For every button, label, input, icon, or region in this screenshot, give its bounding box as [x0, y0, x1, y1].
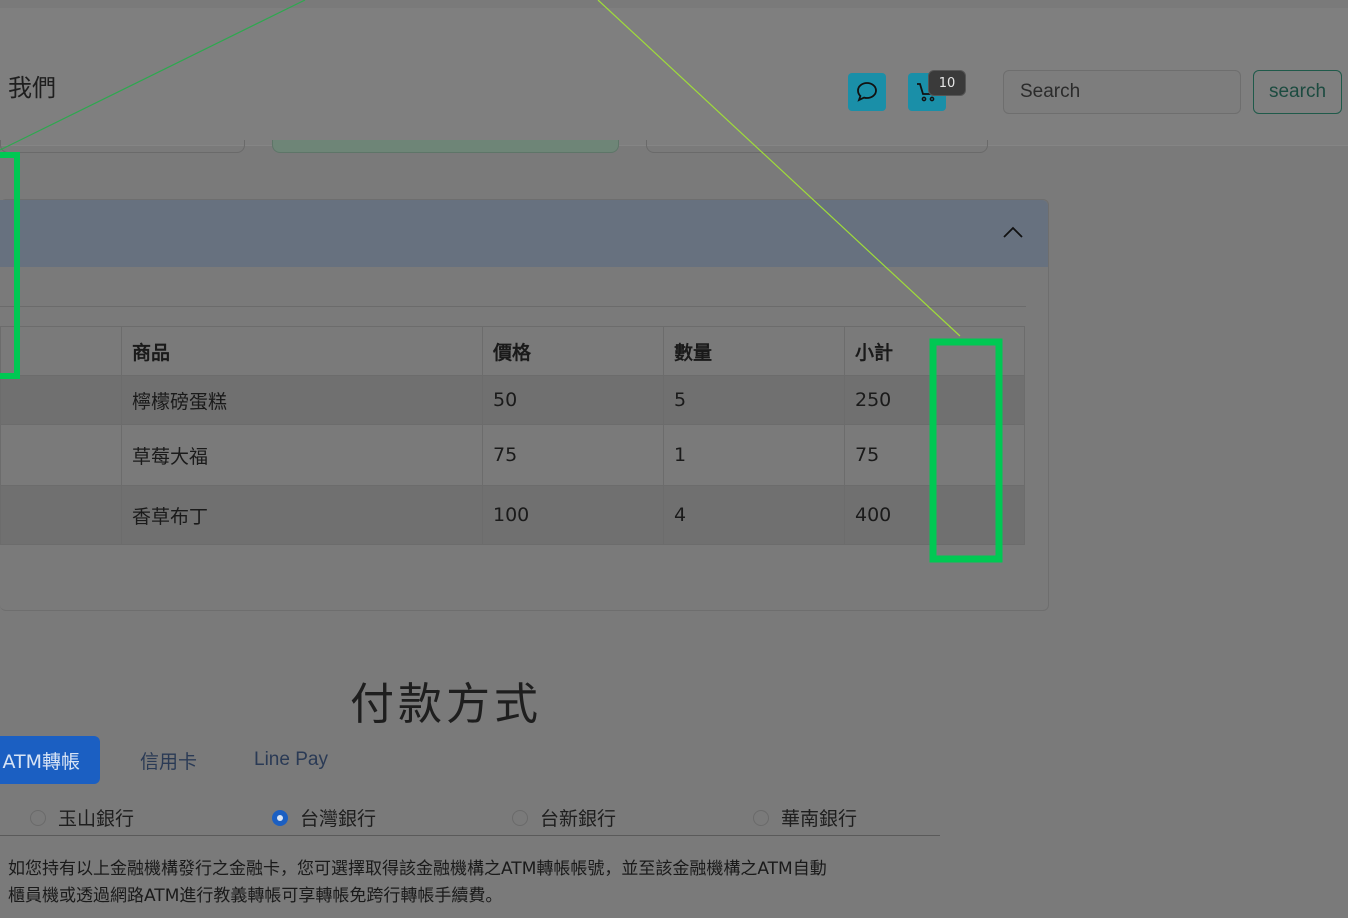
annotation-box — [0, 152, 20, 379]
annotation-box — [929, 338, 1003, 563]
annotation-line — [597, 0, 961, 337]
annotation-line — [0, 0, 306, 151]
annotation-overlay — [0, 0, 1003, 563]
